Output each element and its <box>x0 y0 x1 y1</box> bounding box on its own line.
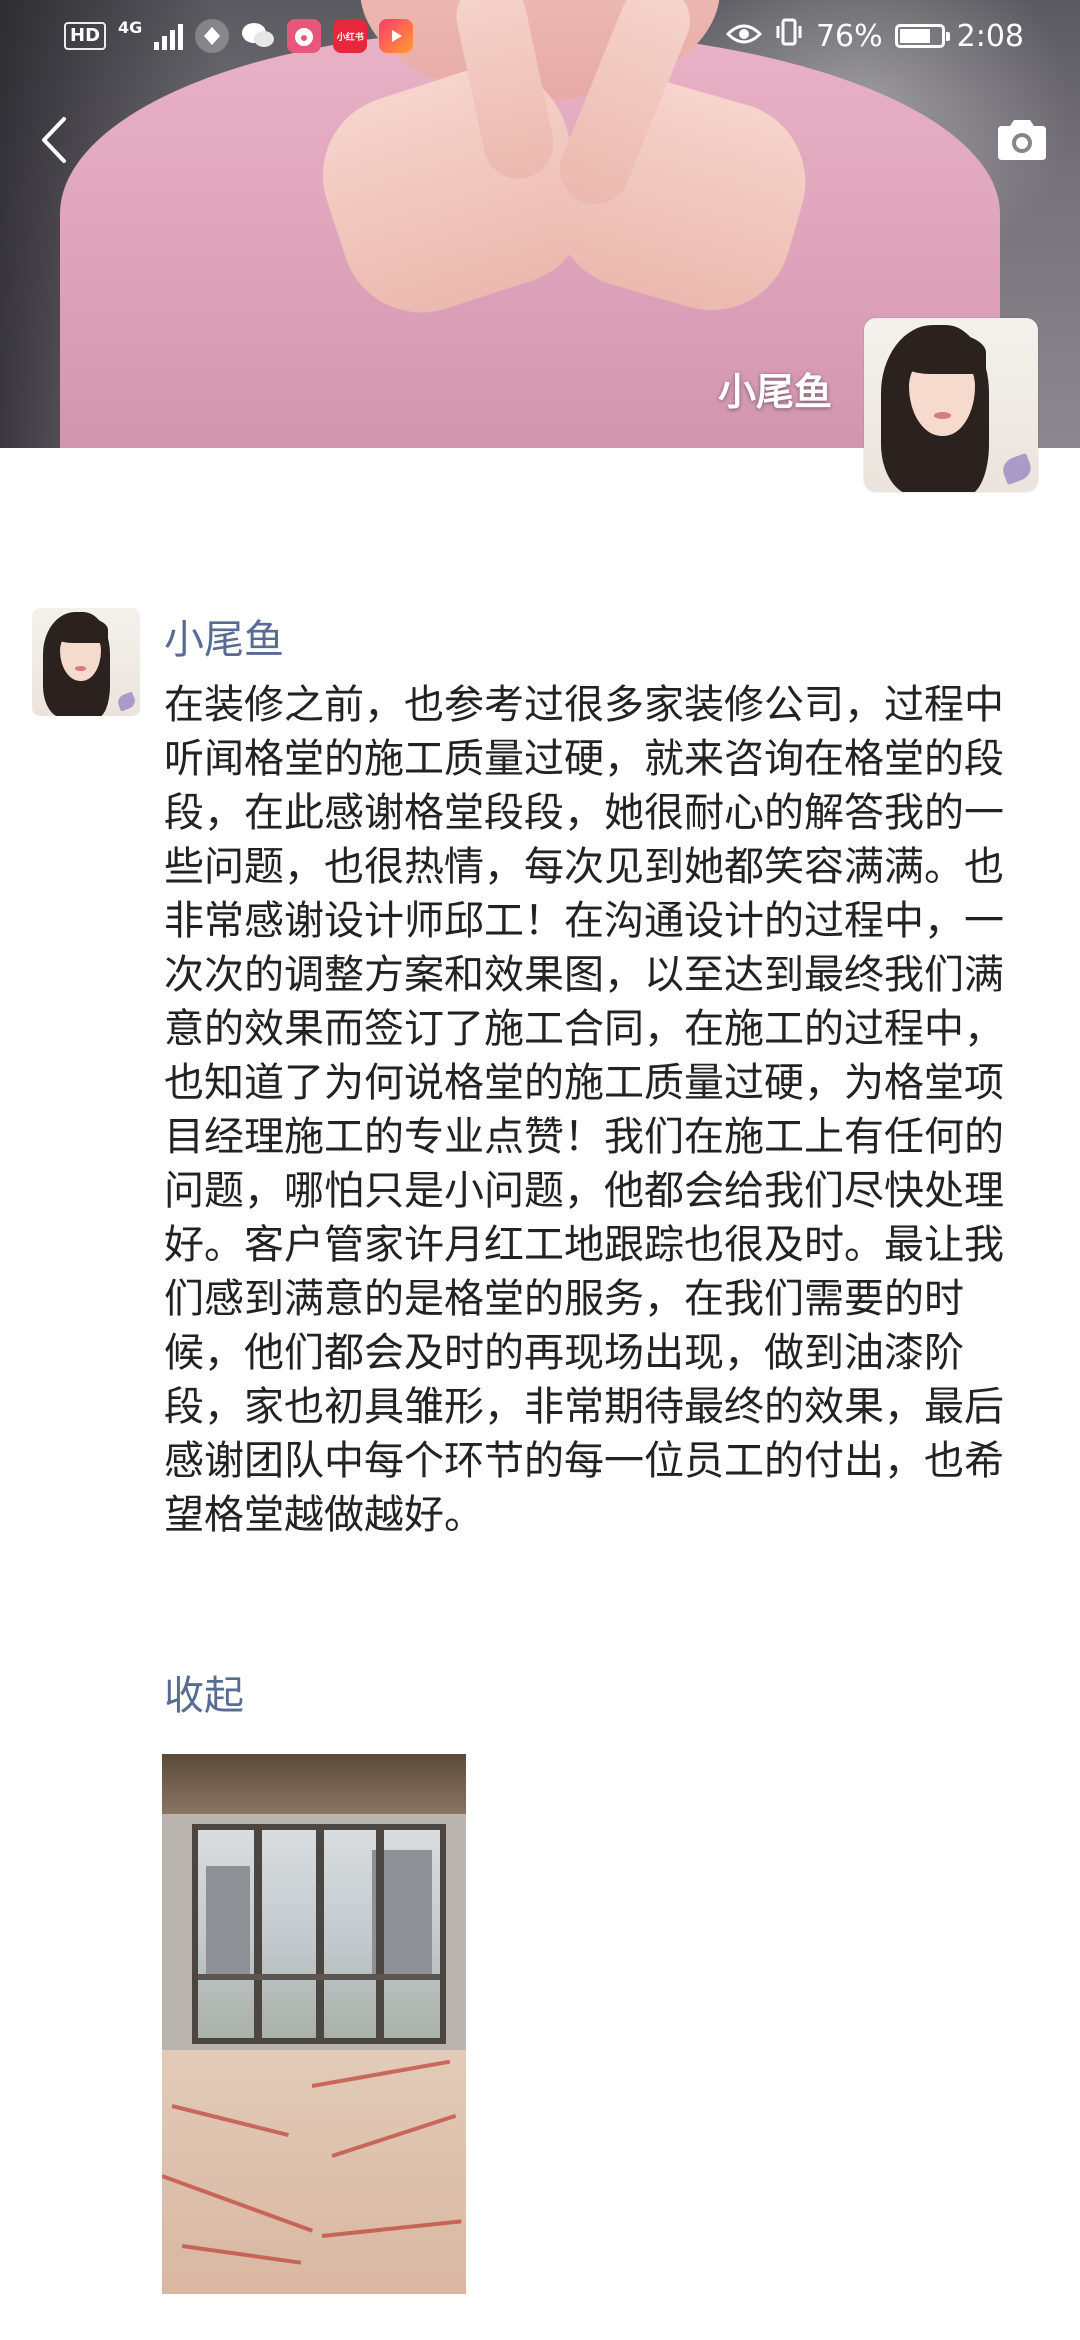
vibrate-icon <box>774 17 804 55</box>
clock: 2:08 <box>956 18 1024 54</box>
pig-app-icon <box>287 19 322 53</box>
xiaohongshu-icon: 小红书 <box>333 19 368 53</box>
profile-avatar[interactable] <box>864 318 1038 492</box>
status-bar-right: 76% 2:08 <box>725 16 1024 56</box>
post-photo[interactable] <box>162 1754 466 2294</box>
profile-name: 小尾鱼 <box>717 370 832 414</box>
camera-button[interactable] <box>990 110 1054 170</box>
post-author-avatar[interactable] <box>32 608 140 716</box>
post-author-name[interactable]: 小尾鱼 <box>164 612 284 668</box>
eye-comfort-icon <box>725 19 763 54</box>
browser-app-icon <box>195 19 230 53</box>
network-type: 4G <box>118 18 143 37</box>
battery-level <box>899 29 930 43</box>
camera-icon <box>998 120 1046 160</box>
battery-icon <box>894 24 950 48</box>
signal-icon <box>154 22 184 50</box>
video-app-icon <box>379 19 414 53</box>
hd-badge: HD <box>64 22 107 50</box>
collapse-link[interactable]: 收起 <box>164 1668 244 1724</box>
status-bar-left: HD 4G 小红书 <box>64 16 414 56</box>
chevron-left-icon <box>42 117 66 163</box>
battery-percent: 76% <box>815 18 883 54</box>
wechat-icon <box>241 19 275 53</box>
status-bar: HD 4G 小红书 76% 2:08 <box>0 0 1080 72</box>
post-text: 在装修之前，也参考过很多家装修公司，过程中听闻格堂的施工质量过硬，就来咨询在格堂… <box>164 682 1004 1538</box>
back-button[interactable] <box>28 110 78 170</box>
